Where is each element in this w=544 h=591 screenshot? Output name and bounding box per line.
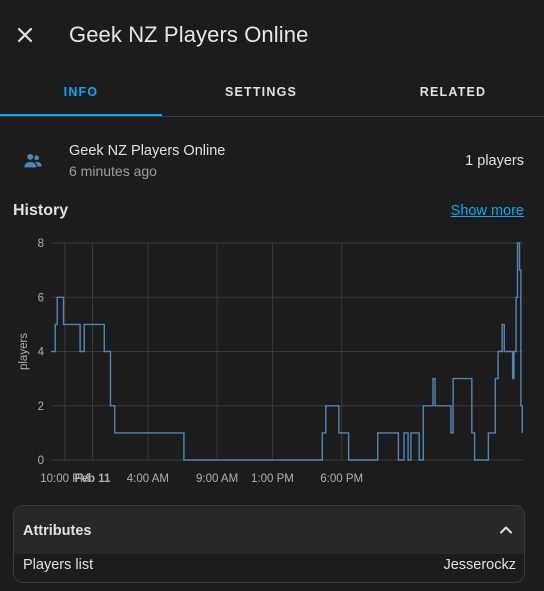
y-tick-label: 4 [38, 347, 45, 359]
close-button[interactable] [12, 22, 38, 48]
history-chart[interactable]: 0 2 4 6 8 10:00 PM Feb 11 4:00 AM 9:00 AM 1:00 PM… [0, 230, 544, 490]
attributes-panel: Attributes Players list Jesserockz [13, 505, 525, 583]
y-tick-label: 8 [38, 238, 44, 250]
x-tick-label: 1:00 PM [251, 473, 294, 485]
x-tick-label: 4:00 AM [127, 473, 169, 485]
dialog-title: Geek NZ Players Online [69, 22, 309, 47]
history-title: History [13, 202, 69, 219]
x-tick-label: 6:00 PM [320, 473, 363, 485]
entity-state: 1 players [465, 153, 524, 169]
y-tick-label: 2 [38, 401, 44, 413]
active-tab-indicator [0, 114, 162, 116]
y-axis-label: players [18, 333, 30, 370]
entity-name: Geek NZ Players Online [69, 143, 226, 159]
account-group-icon [22, 150, 44, 172]
attribute-key: Players list [23, 557, 94, 573]
y-tick-label: 0 [38, 455, 44, 467]
close-icon [17, 27, 33, 43]
attributes-header[interactable]: Attributes [14, 506, 524, 554]
tab-related[interactable]: RELATED [372, 70, 534, 116]
dialog-header: Geek NZ Players Online [0, 0, 544, 70]
x-tick-label: 9:00 AM [196, 473, 238, 485]
tab-bar: INFO SETTINGS RELATED [0, 70, 544, 117]
attributes-title: Attributes [23, 523, 92, 539]
history-chart-svg: 0246810:00 PMFeb 11 4:00 AM 9:00 AM 1:00 PM… [18, 238, 523, 485]
tab-info[interactable]: INFO [0, 70, 162, 116]
y-tick-label: 6 [38, 292, 44, 304]
tab-settings[interactable]: SETTINGS [180, 70, 342, 116]
attribute-row: Players list Jesserockz [14, 554, 524, 582]
x-tick-label: Feb 11 [75, 473, 111, 485]
entity-last-changed: 6 minutes ago [69, 163, 157, 179]
entity-row[interactable]: Geek NZ Players Online 6 minutes ago 1 p… [0, 140, 544, 184]
attribute-value: Jesserockz [443, 557, 516, 573]
chevron-up-icon [496, 520, 516, 540]
show-more-link[interactable]: Show more [451, 203, 524, 219]
